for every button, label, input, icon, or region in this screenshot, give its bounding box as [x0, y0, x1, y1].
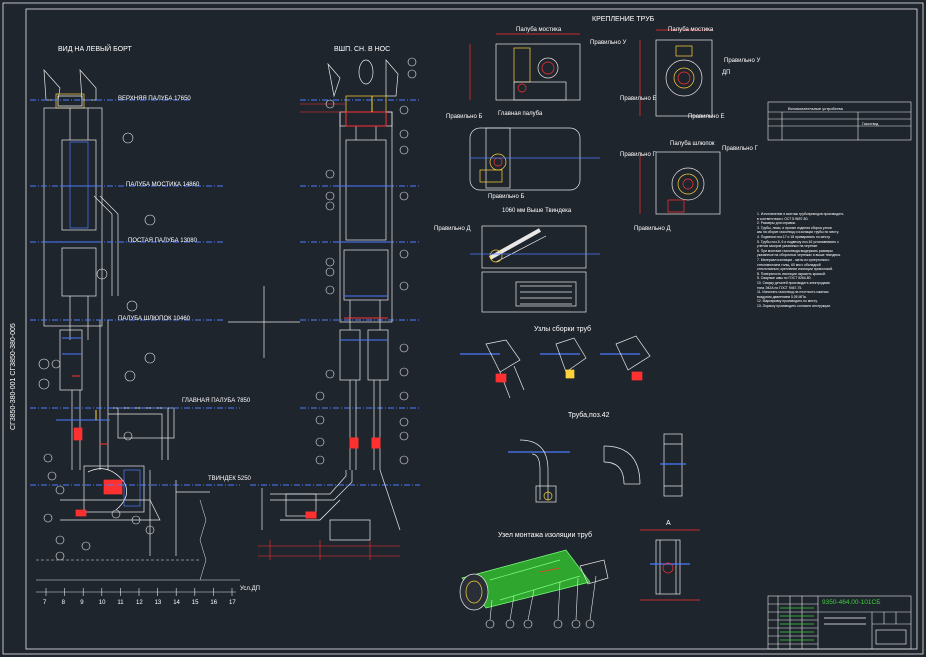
technical-notes: 1. Изготовление и монтаж трубопроводов п…: [757, 212, 917, 308]
scale-tick-label: 12: [136, 600, 143, 606]
fastening-detail-3: [469, 127, 600, 191]
drawing-sheet: СГ3850-380-001 СГ3850-380-005 ВИД НА ЛЕВ…: [0, 0, 926, 657]
left-callouts: [38, 132, 156, 561]
scale-tick-label: 9: [80, 600, 84, 606]
direction-label-e2: Правильно Е: [688, 114, 725, 120]
direction-label-d: Правильно Д: [434, 226, 471, 232]
insulation-title: Узел монтажа изоляции труб: [498, 532, 593, 539]
fastening-detail-4: [639, 151, 721, 215]
fastening-view-5-label: 1060 мм Выше Твиндека: [502, 208, 572, 214]
direction-label-v: Правильно У: [590, 40, 627, 46]
fastening-view-4-label: Палуба шлюпок: [670, 141, 715, 147]
direction-label-b2: Правильно Б: [488, 194, 525, 200]
fastening-view-2-label: Палуба мостика: [668, 27, 714, 33]
side-code: СГ3850-380-001 СГ3850-380-005: [10, 323, 17, 430]
deck-label-main: ГЛАВНАЯ ПАЛУБА 7850: [182, 398, 251, 404]
direction-label-d2: Правильно Д: [634, 226, 671, 232]
note-line: 13. Окраску производить согласно инструк…: [757, 303, 831, 308]
direction-label-v2: Правильно У: [724, 58, 761, 64]
mid-callouts: [315, 57, 417, 465]
mid-dimensions: [258, 103, 400, 560]
view-a: [640, 529, 700, 601]
fastening-detail-2: [639, 29, 713, 117]
view-a-label: А: [666, 520, 671, 527]
title-block-accents: [780, 607, 866, 641]
scale-tick-label: 10: [98, 600, 106, 606]
deck-label-twindeck: ТВИНДЕК 5250: [208, 476, 251, 482]
direction-label-g2: Правильно Г: [722, 146, 758, 152]
drawing-number: 9350-464.00-101СБ: [822, 599, 881, 606]
scale-unit-label: Усл.ДП: [240, 586, 260, 592]
scale-tick-label: 14: [173, 600, 180, 606]
direction-label-b: Правильно Б: [446, 114, 483, 120]
scale-tick-label: 13: [154, 600, 162, 606]
deck-label-boat: ПАЛУБА ШЛЮПОК 10460: [118, 316, 190, 322]
mid-view: [261, 59, 401, 541]
scale-tick-label: 15: [191, 600, 199, 606]
scale-tick-label: 8: [61, 600, 65, 606]
fastening-detail-1: [469, 33, 581, 101]
scale-tick-label: 17: [229, 600, 236, 606]
assembly-nodes: [460, 335, 651, 399]
fastening-detail-5: [470, 225, 600, 313]
pipe-pos42-title: Труба,поз.42: [568, 412, 610, 419]
deck-label-upper: ВЕРХНЯЯ ПАЛУБА 17650: [118, 96, 191, 102]
fastening-view-3-label: Главная палуба: [498, 111, 543, 117]
scale-tick-label: 16: [210, 600, 218, 606]
spec-table-sub: Газоотвод: [862, 122, 879, 126]
left-view-title: ВИД НА ЛЕВЫЙ БОРТ: [58, 46, 132, 53]
deck-label-bridge: ПАЛУБА МОСТИКА 14860: [126, 182, 200, 188]
insulation-node: [459, 549, 609, 611]
spec-table-title: Вспомогательные устройства: [788, 106, 843, 111]
scale-tick-label: 7: [43, 600, 47, 606]
inner-frame: [25, 8, 918, 650]
frame-scale: [36, 588, 236, 596]
mid-view-color-accents: [305, 96, 392, 519]
deck-lines: [30, 99, 420, 486]
assembly-title: Узлы сборки труб: [534, 326, 592, 333]
direction-label-g: Правильно Г: [620, 152, 656, 158]
scale-tick-label: 11: [117, 600, 124, 606]
mid-view-title: ВШП. СН. В НОС: [334, 46, 391, 53]
fastening-title: КРЕПЛЕНИЕ ТРУБ: [592, 16, 655, 23]
center-cross: [228, 286, 300, 358]
pipe-pos42: [508, 433, 686, 503]
dp-label: ДП: [722, 70, 731, 76]
fastening-view-1-label: Палуба мостика: [516, 27, 562, 33]
deck-label-post: ПОСТАЯ ПАЛУБА 13080: [128, 238, 197, 244]
direction-label-e: Правильно Е: [620, 96, 657, 102]
